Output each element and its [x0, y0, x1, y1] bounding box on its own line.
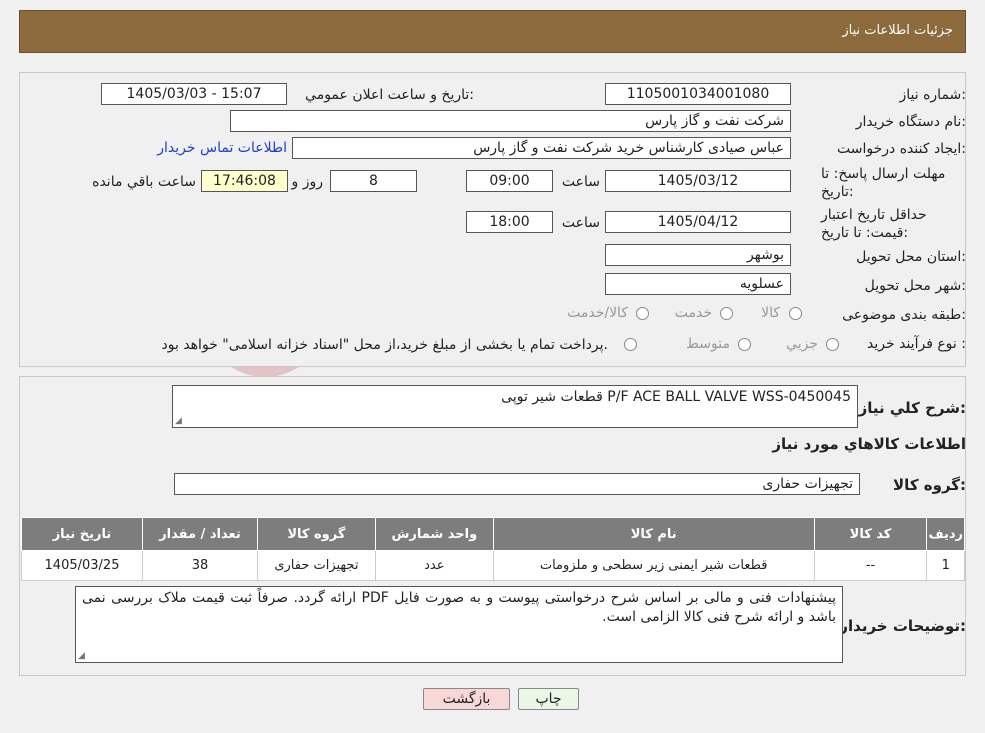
creator-label: ایجاد کننده درخواست: [837, 141, 966, 157]
goods-table-header: ردیف کد کالا نام کالا واحد شمارش گروه کا… [21, 517, 965, 551]
days-field: 8 [330, 170, 417, 192]
need-number-label: شماره نیاز: [899, 87, 966, 103]
goods-group-label: گروه کالا: [893, 476, 966, 494]
buyer-notes-field: پیشنهادات فنی و مالی بر اساس شرح درخواست… [75, 586, 843, 663]
page-title: جزئیات اطلاعات نیاز [842, 23, 953, 38]
announce-field: 1405/03/03 - 15:07 [101, 83, 287, 105]
buyer-org-label: نام دستگاه خریدار: [855, 114, 966, 130]
deadline-time-field: 09:00 [466, 170, 553, 192]
col-code: کد کالا [813, 517, 928, 551]
col-quantity: تعداد / مقدار [142, 517, 258, 551]
category-radio-service[interactable] [720, 307, 733, 320]
cell-quantity: 38 [142, 550, 258, 581]
province-field: بوشهر [605, 244, 791, 266]
validity-label: حداقل تاریخ اعتبار قیمت: تا تاریخ: [821, 207, 927, 241]
col-date: تاریخ نیاز [21, 517, 143, 551]
resize-grip-icon[interactable]: ◢ [175, 417, 183, 426]
col-group: گروه کالا [256, 517, 376, 551]
col-row: ردیف [926, 517, 965, 551]
cell-date: 1405/03/25 [21, 550, 143, 581]
category-radio-goods-service[interactable] [636, 307, 649, 320]
process-label: نوع فرآیند خرید : [867, 336, 966, 352]
category-option-service: خدمت [674, 305, 712, 321]
goods-group-field: تجهیزات حفاری [174, 473, 860, 495]
page-header: جزئیات اطلاعات نیاز [19, 10, 966, 53]
goods-info-title: اطلاعات کالاهاي مورد نیاز [772, 435, 966, 453]
treasury-checkbox[interactable] [624, 338, 637, 351]
need-number-field: 1105001034001080 [605, 83, 791, 105]
process-option-medium: متوسط [686, 336, 730, 352]
category-radio-goods[interactable] [789, 307, 802, 320]
process-radio-minor[interactable] [826, 338, 839, 351]
city-label: شهر محل تحویل: [864, 278, 966, 294]
buyer-org-field: شرکت نفت و گاز پارس [230, 110, 791, 132]
province-label: استان محل تحویل: [856, 249, 966, 265]
category-option-goods-service: کالا/خدمت [567, 305, 628, 321]
cell-group: تجهیزات حفاری [256, 550, 376, 581]
deadline-time-label: ساعت [561, 174, 600, 190]
process-radio-medium[interactable] [738, 338, 751, 351]
process-note: پرداخت تمام یا بخشی از مبلغ خرید،از محل … [161, 337, 608, 353]
process-option-minor: جزیي [786, 336, 818, 352]
summary-field: قطعات شیر توپی P/F ACE BALL VALVE WSS-04… [172, 385, 858, 428]
summary-label: شرح کلي نیاز: [858, 399, 966, 417]
deadline-label: مهلت ارسال پاسخ: تا تاریخ: [821, 166, 946, 200]
city-field: عسلویه [605, 273, 791, 295]
table-row[interactable]: 1 -- قطعات شیر ایمنی زیر سطحی و ملزومات … [21, 550, 965, 581]
buyer-contact-link[interactable]: اطلاعات تماس خریدار [157, 140, 287, 156]
category-option-goods: کالا [761, 305, 780, 321]
buyer-notes-label: توضیحات خریدار: [839, 617, 966, 635]
cell-unit: عدد [374, 550, 494, 581]
deadline-date-field: 1405/03/12 [605, 170, 791, 192]
col-name: نام کالا [492, 517, 815, 551]
days-label: روز و [291, 174, 324, 190]
validity-time-label: ساعت [561, 215, 600, 231]
announce-label: تاریخ و ساعت اعلان عمومي: [305, 87, 474, 103]
validity-time-field: 18:00 [466, 211, 553, 233]
cell-row: 1 [926, 550, 965, 581]
back-button[interactable]: بازگشت [423, 688, 510, 710]
validity-date-field: 1405/04/12 [605, 211, 791, 233]
col-unit: واحد شمارش [374, 517, 494, 551]
remaining-label: ساعت باقي مانده [92, 174, 196, 190]
resize-grip-icon[interactable]: ◢ [78, 652, 86, 661]
creator-field: عباس صیادی کارشناس خرید شرکت نفت و گاز پ… [292, 137, 791, 159]
remaining-time-field: 17:46:08 [201, 170, 288, 192]
cell-code: -- [813, 550, 928, 581]
print-button[interactable]: چاپ [518, 688, 579, 710]
goods-table: ردیف کد کالا نام کالا واحد شمارش گروه کا… [21, 517, 965, 581]
cell-name: قطعات شیر ایمنی زیر سطحی و ملزومات [492, 550, 815, 581]
category-label: طبقه بندی موضوعی: [842, 307, 966, 323]
